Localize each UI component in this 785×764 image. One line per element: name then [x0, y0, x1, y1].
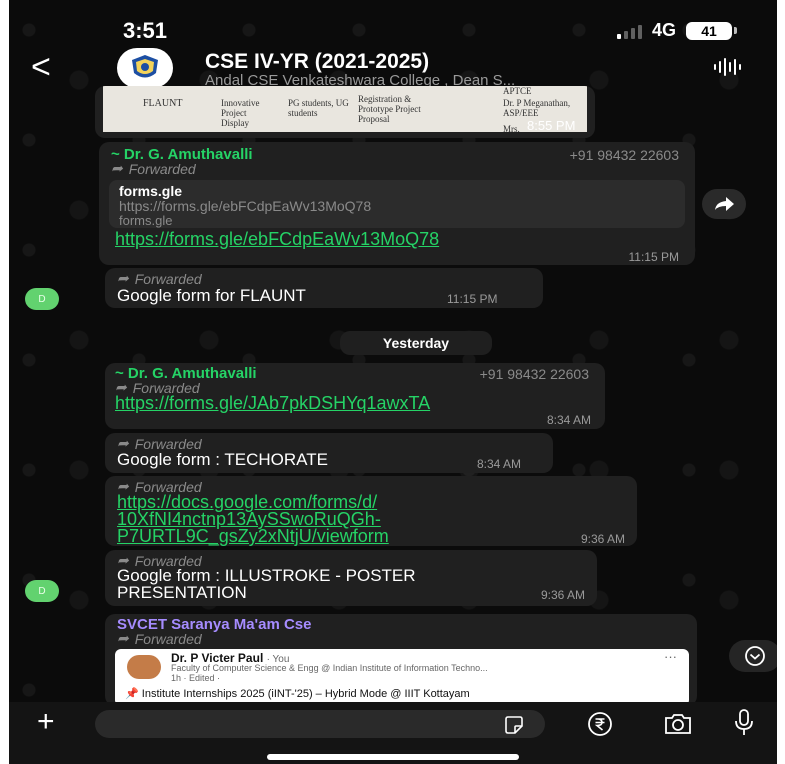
doc-col-coordinator: Dr. P Meganathan, ASP/EEE [503, 98, 571, 118]
forwarded-label: ➦ Forwarded [111, 160, 196, 177]
forwarded-icon: ➦ [117, 630, 129, 646]
sender-phone: +91 98432 22603 [569, 147, 679, 163]
message-bubble[interactable]: SVCET Saranya Ma'am Cse ➦ Forwarded Dr. P… [105, 614, 697, 706]
voice-call-icon[interactable] [714, 58, 741, 76]
group-logo-icon[interactable] [117, 48, 173, 88]
message-link[interactable]: https://forms.gle/ebFCdpEaWv13MoQ78 [115, 229, 439, 250]
more-icon[interactable]: ··· [664, 649, 677, 664]
avatar[interactable]: D [25, 288, 59, 310]
sender-phone: +91 98432 22603 [479, 366, 589, 382]
message-bubble[interactable]: ➦ Forwarded Google form for FLAUNT 11:15 … [105, 268, 543, 308]
signal-icon [616, 23, 642, 39]
post-headline: Faculty of Computer Science & Engg @ Ind… [171, 663, 488, 673]
doc-top-right: APTCE [503, 86, 532, 96]
camera-icon[interactable] [663, 712, 693, 741]
doc-col-format: Registration & Prototype Project Proposa… [358, 94, 421, 124]
message-time: 11:15 PM [447, 292, 498, 306]
message-bubble[interactable]: ➦ Forwarded https://docs.google.com/forms… [105, 476, 637, 546]
battery-icon: 41 [686, 21, 737, 40]
link-preview[interactable]: forms.gle https://forms.gle/ebFCdpEaWv13… [109, 180, 685, 228]
doc-col-event: FLAUNT [143, 98, 183, 109]
forwarded-label: ➦ Forwarded [117, 630, 202, 647]
message-time: 9:36 AM [580, 532, 625, 546]
message-time: 8:34 AM [477, 457, 522, 471]
sticker-icon[interactable] [503, 714, 525, 741]
message-input[interactable] [95, 710, 545, 738]
message-link[interactable]: https://forms.gle/JAb7pkDSHYq1awxTA [115, 393, 430, 414]
message-text-line: PRESENTATION [117, 583, 247, 602]
message-bubble[interactable]: ➦ Forwarded Google form : ILLUSTROKE - PO… [105, 550, 597, 606]
message-time: 8:55 PM [527, 118, 576, 133]
image-message[interactable]: FLAUNT Innovative Project Display PG stu… [95, 86, 595, 138]
rupee-icon[interactable] [587, 711, 613, 742]
message-bubble[interactable]: ~ Dr. G. Amuthavalli +91 98432 22603 ➦ Fo… [105, 363, 605, 429]
avatar[interactable]: D [25, 580, 59, 602]
doc-col-title: Innovative Project Display [221, 98, 260, 128]
status-time: 3:51 [123, 18, 168, 43]
back-icon[interactable]: < [31, 50, 51, 84]
message-time: 9:36 AM [540, 588, 585, 602]
post-meta: 1h · Edited · [171, 673, 221, 683]
message-time: 8:34 AM [546, 413, 591, 427]
post-text: 📌 Institute Internships 2025 (iINT-'25) … [125, 688, 470, 700]
preview-url: https://forms.gle/ebFCdpEaWv13MoQ78 [119, 198, 372, 214]
plus-icon[interactable]: + [37, 707, 55, 737]
status-indicators: 4G 41 [616, 20, 737, 41]
network-type: 4G [651, 20, 676, 40]
date-divider: Yesterday [340, 331, 492, 355]
avatar [127, 655, 161, 679]
forwarded-label: ➦ Forwarded [117, 270, 202, 287]
preview-domain: forms.gle [119, 213, 173, 228]
group-title[interactable]: CSE IV-YR (2021-2025) [205, 50, 429, 74]
forwarded-icon: ➦ [111, 160, 123, 176]
message-time: 11:15 PM [628, 250, 679, 264]
mic-icon[interactable] [734, 708, 754, 743]
message-bubble[interactable]: ~ Dr. G. Amuthavalli +91 98432 22603 ➦ Fo… [99, 142, 695, 265]
battery-level: 41 [686, 21, 732, 40]
doc-col-audience: PG students, UG students [288, 98, 349, 118]
share-icon[interactable] [702, 189, 746, 219]
forwarded-icon: ➦ [117, 270, 129, 286]
message-bubble[interactable]: ➦ Forwarded Google form : TECHORATE 8:34 … [105, 433, 553, 473]
pin-icon: 📌 [125, 688, 139, 700]
message-link-line[interactable]: P7URTL9C_gsZy2xNtjU/viewform [117, 526, 389, 547]
preview-title: forms.gle [119, 183, 183, 199]
message-text: Google form for FLAUNT [117, 286, 306, 305]
document-image[interactable]: FLAUNT Innovative Project Display PG stu… [103, 86, 587, 134]
chat-screen: 3:51 4G 41 < CSE IV-YR (2021-2025) Andal… [9, 0, 777, 764]
message-text: Google form : TECHORATE [117, 450, 328, 469]
scroll-down-icon[interactable] [729, 640, 777, 672]
shared-post-card[interactable]: Dr. P Victer Paul · You Faculty of Compu… [115, 649, 689, 706]
home-indicator[interactable] [267, 754, 519, 760]
